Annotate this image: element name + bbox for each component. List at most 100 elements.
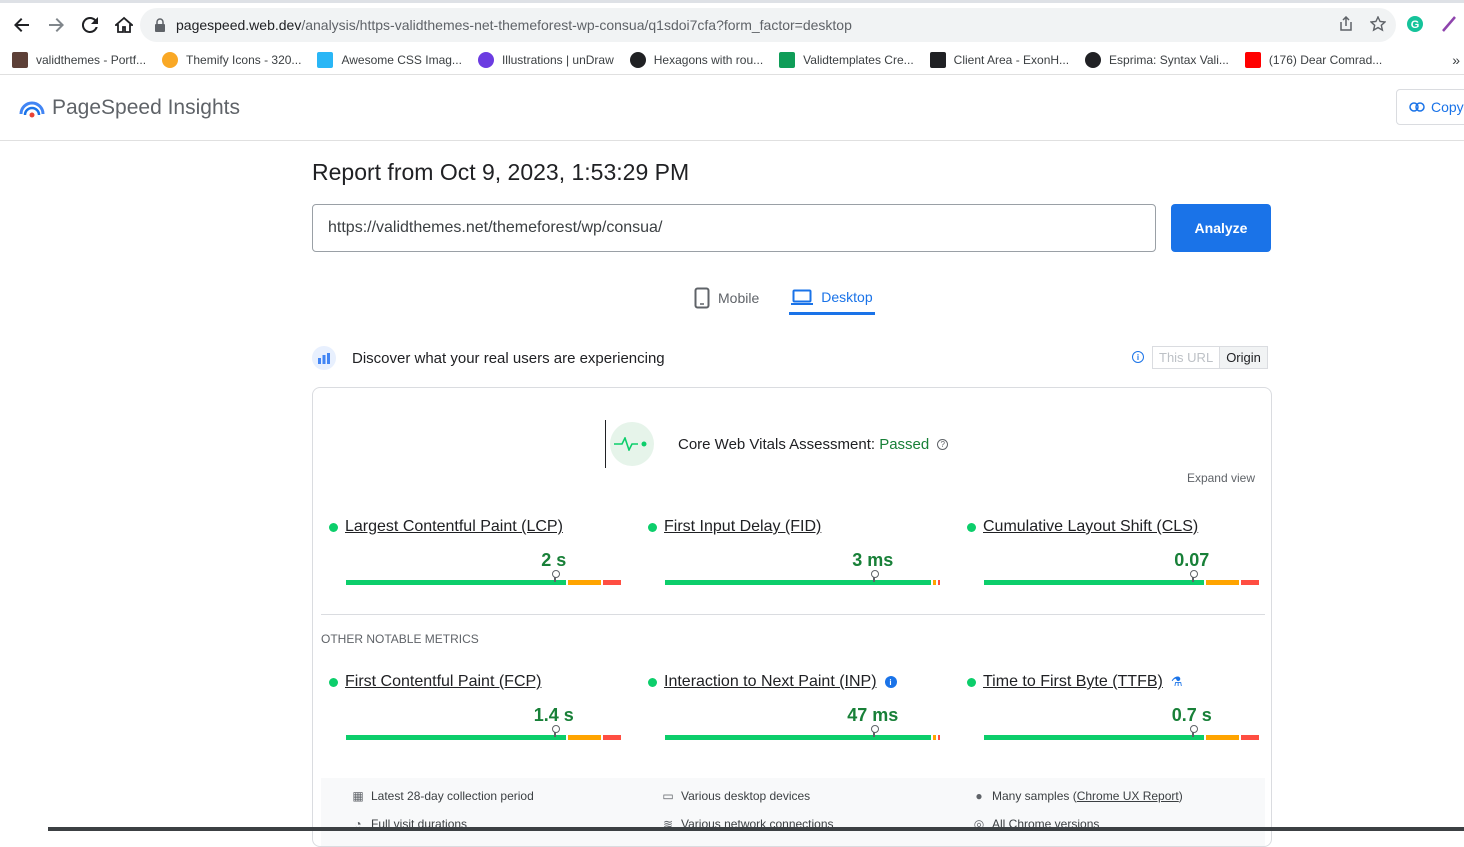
percentile-marker <box>1189 570 1198 582</box>
metric-metrics-2: Cumulative Layout Shift (CLS) 0.07 <box>951 518 1259 585</box>
needs-improvement-segment <box>568 735 602 740</box>
distribution-bar <box>665 735 942 740</box>
bookmark-item[interactable]: Esprima: Syntax Vali... <box>1085 52 1229 68</box>
address-bar[interactable]: pagespeed.web.dev/analysis/https-validth… <box>140 8 1396 42</box>
bookmarks-bar: validthemes - Portf... Themify Icons - 32… <box>0 46 1464 75</box>
poor-segment <box>603 580 621 585</box>
star-icon[interactable] <box>1370 16 1386 32</box>
data-source-info: ▦ Latest 28-day collection period ▭ Variou… <box>321 778 1265 846</box>
forward-button[interactable] <box>40 9 72 41</box>
metric-name-link[interactable]: Time to First Byte (TTFB) <box>983 673 1163 691</box>
status-dot <box>967 677 976 687</box>
good-segment <box>984 580 1205 585</box>
metric-name-link[interactable]: First Contentful Paint (FCP) <box>345 673 542 691</box>
bookmark-item[interactable]: Hexagons with rou... <box>629 52 764 68</box>
bookmark-label: Hexagons with rou... <box>653 53 764 67</box>
tab-mobile-label: Mobile <box>718 290 760 306</box>
pen-extension-icon[interactable] <box>1440 15 1458 33</box>
bookmark-item[interactable]: Client Area - ExonH... <box>929 52 1069 68</box>
reload-button[interactable] <box>74 9 106 41</box>
help-icon[interactable]: ? <box>937 439 949 451</box>
metric-metrics-0: Largest Contentful Paint (LCP) 2 s <box>313 518 621 585</box>
devices-info: ▭ Various desktop devices <box>662 789 811 803</box>
metric-name-link[interactable]: Largest Contentful Paint (LCP) <box>345 518 563 536</box>
laptop-icon <box>791 289 814 305</box>
tab-mobile[interactable]: Mobile <box>692 281 761 315</box>
tab-desktop[interactable]: Desktop <box>789 281 875 315</box>
poor-segment <box>937 580 940 585</box>
metric-metrics-1: First Input Delay (FID) 3 ms <box>632 518 940 585</box>
collection-period: ▦ Latest 28-day collection period <box>352 789 534 803</box>
cwv-status: Passed <box>879 435 930 453</box>
good-segment <box>346 580 567 585</box>
bookmark-label: Esprima: Syntax Vali... <box>1109 53 1229 67</box>
bookmark-item[interactable]: Awesome CSS Imag... <box>317 52 462 68</box>
pulse-icon <box>610 422 654 466</box>
arrow-left-icon <box>14 17 29 32</box>
origin-button[interactable]: Origin <box>1219 347 1267 368</box>
taskbar-strip <box>0 827 1464 831</box>
section-divider <box>321 614 1265 615</box>
metric-value: 0.7 s <box>1171 705 1212 725</box>
needs-improvement-segment <box>1206 580 1240 585</box>
percentile-marker <box>870 570 879 582</box>
metric-other_metrics-1: Interaction to Next Paint (INP) i 47 ms <box>632 673 940 740</box>
puzzle-icon <box>317 52 334 68</box>
percentile-marker <box>551 570 560 582</box>
copy-link-button[interactable]: Copy <box>1396 89 1464 125</box>
good-segment <box>665 735 931 740</box>
esprima-icon <box>1085 52 1102 68</box>
url-input[interactable]: https://validthemes.net/themeforest/wp/c… <box>312 204 1156 252</box>
metric-other_metrics-0: First Contentful Paint (FCP) 1.4 s <box>313 673 621 740</box>
metric-header: Largest Contentful Paint (LCP) <box>313 518 608 536</box>
url-origin-toggle: This URL Origin <box>1152 346 1268 369</box>
home-icon <box>115 16 133 33</box>
chrome-ux-report-link[interactable]: Chrome UX Report <box>1077 789 1179 803</box>
metric-header: Interaction to Next Paint (INP) i <box>632 673 927 691</box>
other-metrics-title: OTHER NOTABLE METRICS <box>321 632 479 646</box>
pagespeed-logo-icon <box>19 101 45 117</box>
people-icon: ● <box>975 789 983 803</box>
grammarly-icon[interactable]: G <box>1406 15 1424 33</box>
share-icon[interactable] <box>1338 16 1354 32</box>
bookmark-item[interactable]: Illustrations | unDraw <box>477 52 614 68</box>
percentile-marker <box>1189 725 1198 737</box>
bookmark-label: validthemes - Portf... <box>36 53 147 67</box>
bookmark-item[interactable]: Validtemplates Cre... <box>779 52 914 68</box>
distribution-bar <box>665 580 942 585</box>
cwv-label: Core Web Vitals Assessment: Passed? <box>678 435 949 453</box>
metric-name-link[interactable]: First Input Delay (FID) <box>664 518 821 536</box>
metric-value: 0.07 <box>1174 550 1210 570</box>
url-host: pagespeed.web.dev <box>176 17 302 33</box>
experimental-flask-icon[interactable]: ⚗ <box>1171 674 1183 690</box>
status-dot <box>648 522 657 532</box>
analyze-button[interactable]: Analyze <box>1171 204 1271 252</box>
metric-name-link[interactable]: Cumulative Layout Shift (CLS) <box>983 518 1198 536</box>
bookmark-label: Themify Icons - 320... <box>186 53 302 67</box>
this-url-button[interactable]: This URL <box>1153 347 1219 368</box>
metric-name-link[interactable]: Interaction to Next Paint (INP) <box>664 673 877 691</box>
app-title: PageSpeed Insights <box>52 95 240 119</box>
more-bookmarks-icon[interactable]: » <box>1452 52 1460 68</box>
back-button[interactable] <box>6 9 38 41</box>
youtube-icon <box>1244 52 1261 68</box>
bookmark-item[interactable]: (176) Dear Comrad... <box>1244 52 1382 68</box>
info-icon[interactable]: i <box>884 676 897 688</box>
poor-segment <box>937 735 940 740</box>
poor-segment <box>603 735 621 740</box>
svg-text:G: G <box>1411 19 1420 31</box>
expand-view-link[interactable]: Expand view <box>1187 471 1255 485</box>
bookmark-item[interactable]: Themify Icons - 320... <box>162 52 301 68</box>
bookmark-item[interactable]: validthemes - Portf... <box>12 52 146 68</box>
cwv-divider <box>605 420 606 468</box>
grid-icon <box>929 52 946 68</box>
reload-icon <box>81 16 98 33</box>
info-icon[interactable]: i <box>1132 351 1144 363</box>
metric-header: First Input Delay (FID) <box>632 518 927 536</box>
status-dot <box>329 522 338 532</box>
home-button[interactable] <box>108 9 140 41</box>
browser-toolbar: pagespeed.web.dev/analysis/https-validth… <box>0 0 1464 46</box>
calendar-icon: ▦ <box>352 789 364 803</box>
metric-header: First Contentful Paint (FCP) <box>313 673 608 691</box>
discover-text: Discover what your real users are experi… <box>352 349 665 367</box>
